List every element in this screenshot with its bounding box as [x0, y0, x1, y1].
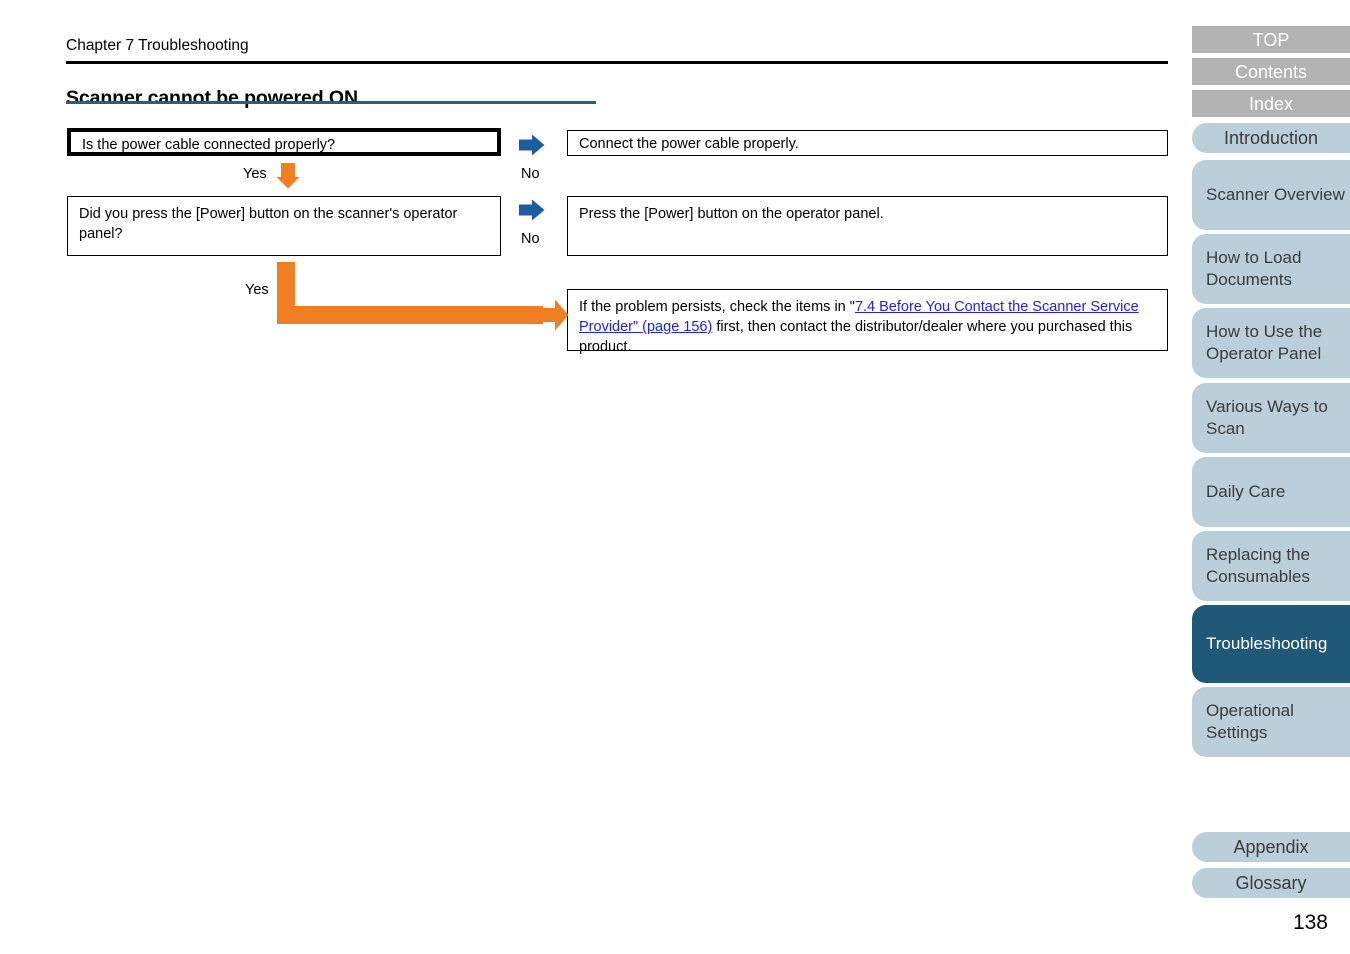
flow-label-no-1: No: [521, 166, 540, 182]
sidebar-item-label: Various Ways to Scan: [1206, 397, 1328, 438]
chapter-label: Chapter 7 Troubleshooting: [66, 37, 249, 54]
arrow-down-icon: [276, 163, 300, 189]
sidebar-item-how-to-use-the-operator-panel[interactable]: How to Use the Operator Panel: [1192, 308, 1350, 378]
sidebar-item-label: How to Use the Operator Panel: [1206, 322, 1323, 363]
header-divider: [66, 61, 1168, 64]
title-underline: [66, 101, 596, 104]
sidebar-item-label: Operational Settings: [1206, 701, 1294, 742]
arrow-elbow-shaft: [277, 306, 543, 324]
flow-answer-1: Connect the power cable properly.: [567, 130, 1168, 156]
flow-label-yes-1: Yes: [243, 166, 267, 182]
final-note-before: If the problem persists, check the items…: [579, 299, 855, 315]
flow-label-yes-2: Yes: [245, 282, 269, 298]
flow-question-2: Did you press the [Power] button on the …: [67, 196, 501, 256]
page-title: Scanner cannot be powered ON.: [66, 87, 364, 110]
sidebar-item-glossary[interactable]: Glossary: [1192, 868, 1350, 898]
flow-answer-2: Press the [Power] button on the operator…: [567, 196, 1168, 256]
sidebar-item-label: TOP: [1252, 29, 1290, 50]
sidebar-item-operational-settings[interactable]: Operational Settings: [1192, 687, 1350, 757]
sidebar-item-scanner-overview[interactable]: Scanner Overview: [1192, 160, 1350, 230]
sidebar-item-troubleshooting[interactable]: Troubleshooting: [1192, 605, 1350, 683]
sidebar-item-top[interactable]: TOP: [1192, 26, 1350, 53]
sidebar-item-label: Contents: [1234, 61, 1308, 82]
sidebar-item-daily-care[interactable]: Daily Care: [1192, 457, 1350, 527]
sidebar-item-label: Daily Care: [1206, 482, 1286, 501]
sidebar-item-label: Troubleshooting: [1206, 634, 1328, 653]
sidebar-item-label: Scanner Overview: [1206, 185, 1345, 204]
page-number: 138: [1292, 911, 1328, 934]
sidebar-item-label: Glossary: [1235, 873, 1307, 893]
arrow-elbow-right-icon: [541, 299, 569, 331]
sidebar-navigation: TOP Contents Index Introduction Scanner …: [1192, 0, 1350, 954]
sidebar-item-label: Replacing the Consumables: [1206, 545, 1310, 586]
sidebar-item-label: Introduction: [1223, 128, 1319, 148]
arrow-right-icon: [519, 134, 545, 156]
flow-label-no-2: No: [521, 231, 540, 247]
sidebar-item-appendix[interactable]: Appendix: [1192, 832, 1350, 862]
sidebar-item-label: Index: [1248, 93, 1294, 114]
sidebar-item-various-ways-to-scan[interactable]: Various Ways to Scan: [1192, 383, 1350, 453]
flow-question-1: Is the power cable connected properly?: [67, 128, 501, 156]
sidebar-item-replacing-the-consumables[interactable]: Replacing the Consumables: [1192, 531, 1350, 601]
sidebar-item-label: How to Load Documents: [1206, 248, 1302, 289]
sidebar-item-contents[interactable]: Contents: [1192, 58, 1350, 85]
document-page: Chapter 7 Troubleshooting Scanner cannot…: [0, 0, 1350, 954]
sidebar-item-label: Appendix: [1233, 837, 1309, 857]
flow-final-note: If the problem persists, check the items…: [567, 289, 1168, 355]
sidebar-item-index[interactable]: Index: [1192, 90, 1350, 117]
sidebar-item-introduction[interactable]: Introduction: [1192, 123, 1350, 153]
sidebar-item-how-to-load-documents[interactable]: How to Load Documents: [1192, 234, 1350, 304]
arrow-right-icon: [519, 199, 545, 221]
